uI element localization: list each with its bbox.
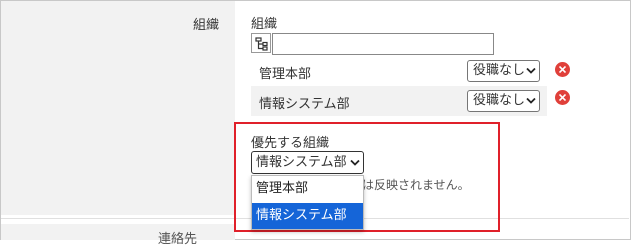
dropdown-option-selected[interactable]: 情報システム部 [252, 203, 363, 229]
role-select[interactable]: 役職なし [467, 60, 540, 82]
label-column [1, 1, 235, 215]
label-column-next [1, 224, 235, 240]
org-tree-icon [255, 37, 268, 51]
priority-note: は反映されません。 [362, 178, 470, 192]
org-row-name: 情報システム部 [259, 97, 350, 112]
role-select-value: 役職なし [473, 63, 526, 78]
chevron-down-icon [526, 67, 536, 74]
priority-org-select[interactable]: 情報システム部 [251, 151, 364, 174]
chevron-down-icon [526, 97, 536, 104]
org-section-title: 組織 [251, 17, 278, 32]
priority-org-title: 優先する組織 [251, 136, 330, 151]
org-field-label: 組織 [192, 18, 219, 33]
org-row: 管理本部 役職なし [251, 56, 547, 87]
org-row: 情報システム部 役職なし [251, 86, 547, 116]
org-row-name: 管理本部 [259, 67, 312, 82]
dropdown-option[interactable]: 管理本部 [252, 176, 363, 202]
org-tree-button[interactable] [251, 33, 271, 53]
priority-org-select-value: 情報システム部 [256, 155, 347, 170]
close-x-icon [559, 66, 566, 73]
remove-org-button[interactable] [555, 90, 570, 105]
priority-org-dropdown: 管理本部 情報システム部 [251, 175, 364, 230]
remove-org-button[interactable] [555, 62, 570, 77]
org-search-input[interactable] [272, 33, 494, 55]
role-select-value: 役職なし [473, 93, 526, 108]
close-x-icon [559, 94, 566, 101]
chevron-down-icon [350, 159, 360, 166]
role-select[interactable]: 役職なし [467, 90, 540, 112]
contact-field-label: 連絡先 [158, 232, 198, 247]
